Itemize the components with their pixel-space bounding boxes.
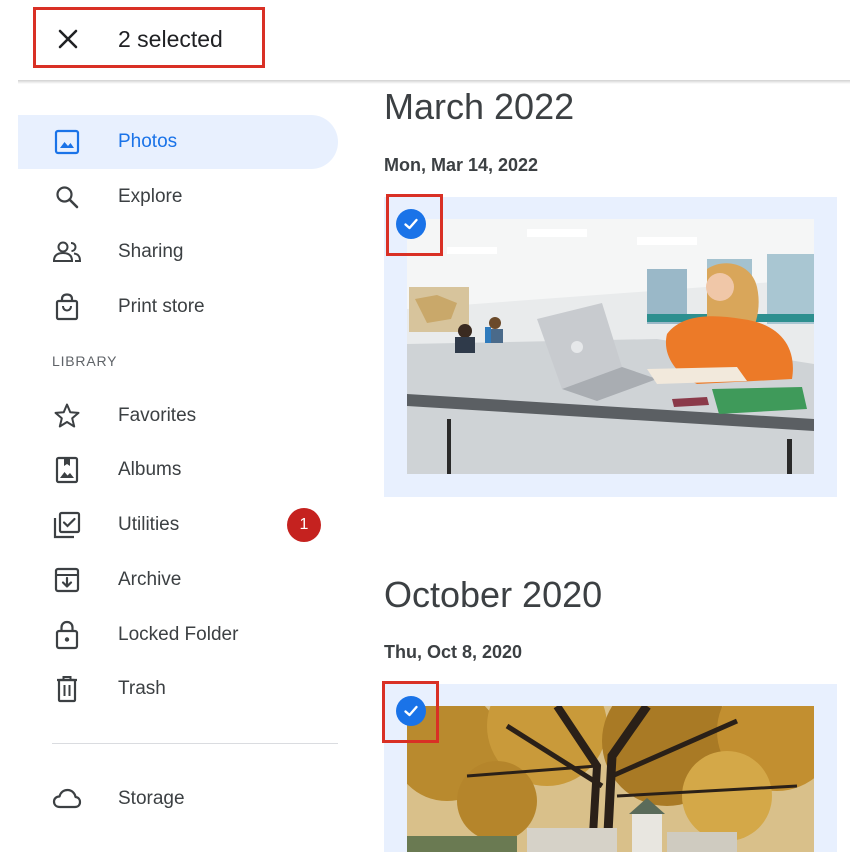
lock-icon: [52, 620, 82, 650]
sidebar-item-sharing[interactable]: Sharing: [18, 225, 338, 279]
selection-highlight-box: [33, 7, 265, 68]
date-heading: Mon, Mar 14, 2022: [384, 155, 539, 175]
sidebar-item-utilities[interactable]: Utilities 1: [18, 498, 338, 552]
sidebar-item-locked-folder[interactable]: Locked Folder: [18, 608, 338, 662]
sidebar-item-label: Storage: [118, 788, 185, 809]
sidebar-item-trash[interactable]: Trash: [18, 662, 338, 716]
people-icon: [52, 237, 82, 267]
sidebar-item-archive[interactable]: Archive: [18, 553, 338, 607]
date-heading: Thu, Oct 8, 2020: [384, 642, 523, 662]
classroom-photo: [407, 219, 814, 474]
sidebar-divider: [52, 743, 338, 744]
sidebar-item-favorites[interactable]: Favorites: [18, 389, 338, 443]
sidebar-item-storage[interactable]: Storage: [18, 772, 338, 826]
cloud-icon: [52, 784, 82, 814]
sidebar-item-label: Trash: [118, 678, 166, 699]
sidebar-item-label: Sharing: [118, 241, 184, 262]
check-highlight-box: [386, 194, 443, 256]
sidebar: Photos Explore Sharing Print store LIBRA…: [18, 100, 348, 852]
month-heading: October 2020: [384, 574, 603, 615]
shopping-bag-icon: [52, 292, 82, 322]
sidebar-item-label: Explore: [118, 186, 183, 207]
sidebar-item-label: Favorites: [118, 405, 197, 426]
trash-icon: [52, 674, 82, 704]
sidebar-item-label: Locked Folder: [118, 624, 239, 645]
search-icon: [52, 182, 82, 212]
archive-icon: [52, 565, 82, 595]
month-heading: March 2022: [384, 86, 575, 127]
sidebar-item-label: Albums: [118, 459, 182, 480]
top-bar-shadow: [18, 80, 850, 84]
sidebar-item-explore[interactable]: Explore: [18, 170, 338, 224]
sidebar-item-label: Utilities: [118, 514, 180, 535]
library-section-label: LIBRARY: [52, 353, 118, 369]
photo-tile-selected[interactable]: [384, 197, 837, 497]
sidebar-item-photos[interactable]: Photos: [18, 115, 338, 169]
star-icon: [52, 401, 82, 431]
sidebar-item-label: Photos: [118, 131, 178, 152]
sidebar-item-albums[interactable]: Albums: [18, 443, 338, 497]
autumn-tree-photo: [407, 706, 814, 852]
selection-top-bar: 2 selected: [0, 0, 850, 82]
photos-icon: [52, 127, 82, 157]
check-highlight-box: [382, 681, 439, 743]
sidebar-item-print-store[interactable]: Print store: [18, 280, 338, 334]
notification-badge: 1: [287, 508, 321, 542]
sidebar-item-label: Archive: [118, 569, 182, 590]
photo-tile-selected[interactable]: [384, 684, 837, 852]
album-icon: [52, 455, 82, 485]
utilities-icon: [52, 510, 82, 540]
sidebar-item-label: Print store: [118, 296, 205, 317]
